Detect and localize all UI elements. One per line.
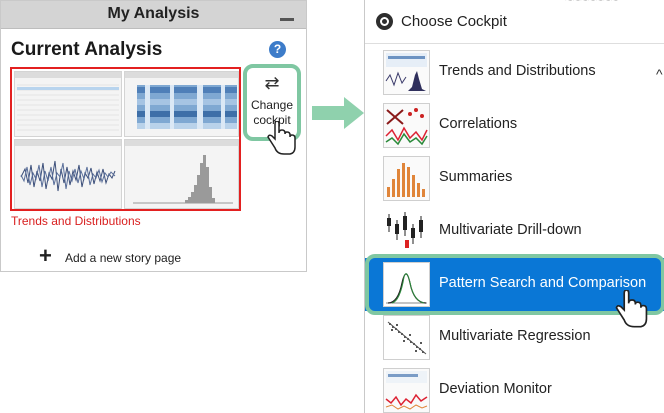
menu-title: Choose Cockpit [401, 13, 507, 30]
item-label: Multivariate Drill-down [439, 222, 582, 238]
cockpit-icon [376, 13, 393, 30]
item-label: Trends and Distributions [439, 63, 596, 79]
menu-header: Choose Cockpit [365, 0, 664, 44]
stage: My Analysis Current Analysis ? Trends an… [0, 0, 664, 413]
minimize-icon[interactable] [280, 18, 294, 21]
current-analysis-title: Current Analysis [11, 39, 163, 60]
current-cockpit-thumbnail[interactable] [10, 67, 241, 211]
cockpit-item-correlations[interactable]: Correlations [365, 99, 664, 152]
my-analysis-panel: My Analysis Current Analysis ? Trends an… [0, 0, 307, 272]
item-label: Correlations [439, 116, 518, 132]
item-thumbnail [383, 368, 430, 413]
thumb-heatmap-pane [124, 71, 239, 137]
add-story-page-label: Add a new story page [65, 251, 182, 265]
help-icon[interactable]: ? [269, 41, 286, 58]
item-thumbnail [383, 315, 430, 360]
thumb-timeseries-pane [14, 139, 122, 209]
change-label-line1: Change [250, 98, 294, 112]
plus-icon: + [39, 243, 52, 268]
cockpit-item-summaries[interactable]: Summaries [365, 152, 664, 205]
item-thumbnail [383, 209, 430, 254]
arrow-right-icon [312, 97, 364, 129]
pointer-hand-icon [267, 121, 296, 155]
item-label: Summaries [439, 169, 513, 185]
cockpit-item-trends-and-distributions[interactable]: Trends and Distributions [365, 46, 664, 99]
item-thumbnail [383, 262, 430, 307]
item-thumbnail [383, 156, 430, 201]
current-cockpit-name: Trends and Distributions [11, 214, 141, 228]
thumb-table-pane [14, 71, 122, 137]
choose-cockpit-menu: ~~~~~~~ Choose Cockpit ^ Trends and Dist… [364, 0, 664, 413]
cockpit-item-deviation-monitor[interactable]: Deviation Monitor [365, 364, 664, 413]
item-label: Deviation Monitor [439, 381, 552, 397]
item-label: Multivariate Regression [439, 328, 591, 344]
panel-header: My Analysis [1, 1, 306, 29]
item-thumbnail [383, 103, 430, 148]
item-label: Pattern Search and Comparison [439, 275, 647, 291]
cockpit-item-multivariate-drill-down[interactable]: Multivariate Drill-down [365, 205, 664, 258]
panel-title: My Analysis [107, 5, 200, 22]
item-thumbnail [383, 50, 430, 95]
thumb-histogram-pane [124, 139, 239, 209]
swap-icon: ⇄ [264, 73, 280, 93]
pointer-hand-icon [615, 290, 648, 328]
